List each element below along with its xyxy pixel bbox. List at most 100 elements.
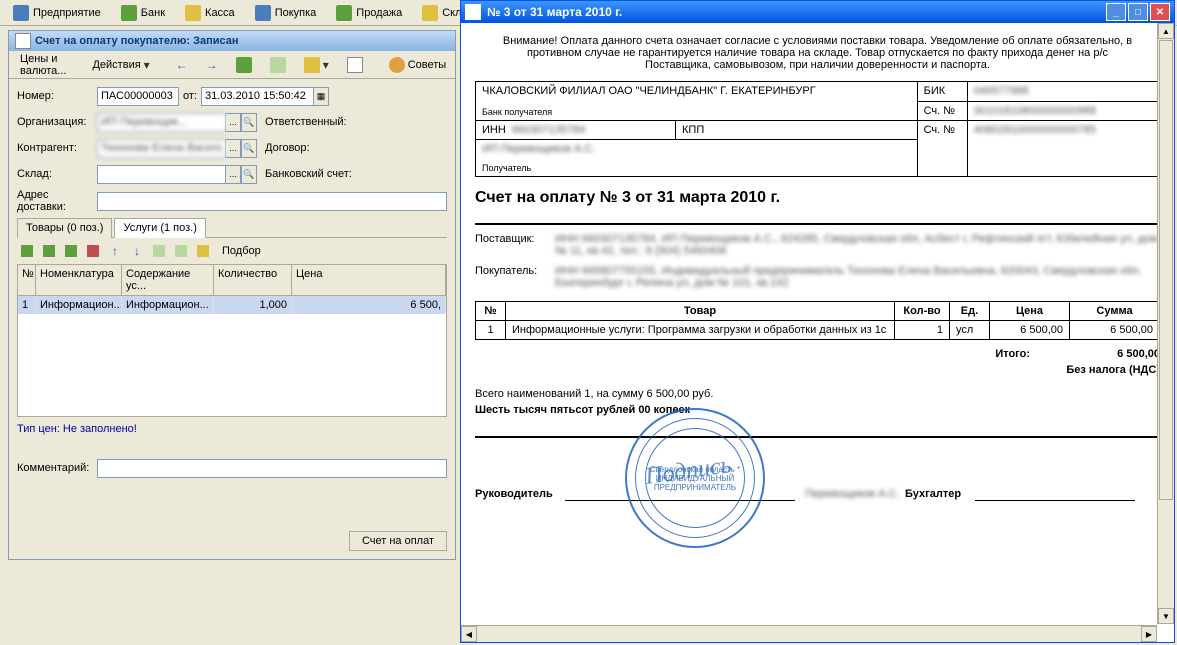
report-button[interactable]	[340, 53, 370, 77]
scroll-right-button[interactable]: ▶	[1141, 626, 1157, 642]
col-price: Цена	[990, 302, 1070, 321]
magnifier-icon: 🔍	[243, 117, 254, 128]
form-toolbar: Цены и валюта... Действия▾ ← → ▾ Советы …	[9, 51, 455, 79]
basis-button[interactable]: ▾	[297, 53, 336, 77]
main-tab-sale[interactable]: Продажа	[327, 1, 411, 25]
delete-row-button[interactable]	[83, 241, 103, 261]
sch-label: Сч. №	[917, 101, 967, 121]
contr-input[interactable]	[97, 139, 225, 158]
sklad-select-button[interactable]: ...	[225, 165, 241, 184]
cell-qty: 1,000	[214, 296, 292, 314]
arrow-left-icon: ←	[176, 58, 188, 72]
bik-value: 046577988	[967, 82, 1159, 102]
sum-text: Всего наименований 1, на сумму 6 500,00 …	[475, 384, 1160, 404]
print-invoice-button[interactable]: Счет на оплат	[349, 531, 447, 551]
corr-value: 30101810800000000988	[967, 101, 1159, 121]
copy-icon	[43, 245, 55, 257]
grid-header: № Номенклатура Содержание ус... Количест…	[18, 265, 446, 296]
org-select-button[interactable]: ...	[225, 113, 241, 132]
grid-body[interactable]: 1 Информацион... Информацион... 1,000 6 …	[18, 296, 446, 416]
preview-title-bar[interactable]: № 3 от 31 марта 2010 г. _ □ ✕	[461, 1, 1174, 23]
move-down-button[interactable]: ↓	[127, 241, 147, 261]
vertical-scrollbar[interactable]: ▲ ▼	[1157, 23, 1174, 624]
chevron-down-icon: ▾	[144, 58, 150, 72]
horizontal-scrollbar[interactable]: ◀ ▶	[461, 625, 1157, 642]
notice-text: Внимание! Оплата данного счета означает …	[475, 31, 1160, 81]
actions-button[interactable]: Действия▾	[85, 54, 156, 76]
sch-label2: Сч. №	[917, 121, 967, 177]
sale-icon	[336, 5, 352, 21]
window-title-bar[interactable]: Счет на оплату покупателю: Записан	[9, 31, 455, 51]
ruk-label: Руководитель	[475, 488, 553, 500]
podbor-button[interactable]: Подбор	[215, 241, 268, 261]
link-icon	[304, 57, 320, 73]
tab-goods[interactable]: Товары (0 поз.)	[17, 218, 112, 238]
refresh-button[interactable]	[229, 53, 259, 77]
sort-asc-button[interactable]	[149, 241, 169, 261]
signature-area: Руководитель Перевощиков А.С. Бухгалтер …	[475, 436, 1160, 566]
sklad-open-button[interactable]: 🔍	[241, 165, 257, 184]
minimize-button[interactable]: _	[1106, 3, 1126, 21]
main-tab-enterprise[interactable]: Предприятие	[4, 1, 110, 25]
fill-icon	[197, 245, 209, 257]
tab-services[interactable]: Услуги (1 поз.)	[114, 218, 205, 238]
advice-button[interactable]: Советы	[382, 53, 453, 77]
buh-sign-line	[975, 500, 1135, 501]
pencil-icon	[65, 245, 77, 257]
calendar-icon: ▦	[317, 91, 326, 102]
main-tab-bank[interactable]: Банк	[112, 1, 174, 25]
btn-label: Советы	[408, 59, 446, 71]
main-tab-kassa[interactable]: Касса	[176, 1, 244, 25]
date-input[interactable]	[201, 87, 313, 106]
col-n[interactable]: №	[18, 265, 36, 295]
comment-input[interactable]	[97, 459, 447, 478]
scroll-up-button[interactable]: ▲	[1158, 23, 1174, 39]
prices-button[interactable]: Цены и валюта...	[13, 49, 73, 81]
kpp-label: КПП	[676, 121, 918, 140]
edit-row-button[interactable]	[61, 241, 81, 261]
sklad-label: Склад:	[17, 168, 97, 180]
addr-input[interactable]	[97, 192, 447, 211]
document-title: Счет на оплату № 3 от 31 марта 2010 г.	[475, 177, 1160, 219]
scroll-thumb[interactable]	[1159, 40, 1173, 500]
cell-unit: усл	[950, 321, 990, 340]
sort-desc-button[interactable]	[171, 241, 191, 261]
sklad-input[interactable]	[97, 165, 225, 184]
nav-back-button[interactable]: ←	[169, 54, 195, 76]
scroll-left-button[interactable]: ◀	[461, 626, 477, 642]
struct-button[interactable]	[263, 53, 293, 77]
col-nom[interactable]: Номенклатура	[36, 265, 122, 295]
fill-button[interactable]	[193, 241, 213, 261]
close-button[interactable]: ✕	[1150, 3, 1170, 21]
contr-select-button[interactable]: ...	[225, 139, 241, 158]
nav-fwd-button[interactable]: →	[199, 54, 225, 76]
main-tab-purchase[interactable]: Покупка	[246, 1, 326, 25]
contr-open-button[interactable]: 🔍	[241, 139, 257, 158]
totals-block: Итого:6 500,00 Без налога (НДС)	[475, 340, 1160, 384]
move-up-button[interactable]: ↑	[105, 241, 125, 261]
add-row-button[interactable]	[17, 241, 37, 261]
maximize-button[interactable]: □	[1128, 3, 1148, 21]
number-input[interactable]	[97, 87, 179, 106]
org-input[interactable]	[97, 113, 225, 132]
tab-label: Услуги (1 поз.)	[123, 222, 196, 234]
form-body: Номер: от: ▦ Организация: ... 🔍 Ответств…	[9, 79, 455, 489]
cell-sum: 6 500,00	[1070, 321, 1160, 340]
calendar-button[interactable]: ▦	[313, 87, 329, 106]
table-row[interactable]: 1 Информацион... Информацион... 1,000 6 …	[18, 296, 446, 314]
col-qty[interactable]: Количество	[214, 265, 292, 295]
cell-nom: Информацион...	[36, 296, 122, 314]
org-open-button[interactable]: 🔍	[241, 113, 257, 132]
copy-row-button[interactable]	[39, 241, 59, 261]
bank-icon	[121, 5, 137, 21]
bulb-icon	[389, 57, 405, 73]
plus-icon	[21, 245, 33, 257]
grid-toolbar: ↑ ↓ Подбор	[17, 238, 447, 264]
scroll-down-button[interactable]: ▼	[1158, 608, 1174, 624]
price-type-info: Тип цен: Не заполнено!	[17, 417, 447, 441]
col-content[interactable]: Содержание ус...	[122, 265, 214, 295]
arrow-right-icon: →	[206, 58, 218, 72]
col-price[interactable]: Цена	[292, 265, 446, 295]
ot-label: от:	[183, 90, 197, 102]
items-table: № Товар Кол-во Ед. Цена Сумма 1 Информац…	[475, 301, 1160, 340]
